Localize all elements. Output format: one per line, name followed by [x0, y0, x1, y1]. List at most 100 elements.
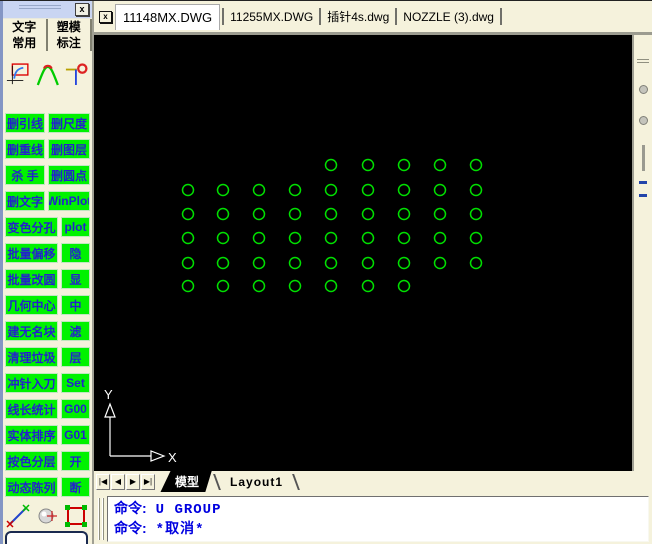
drawing-circle[interactable] [469, 231, 483, 245]
rect-corners-icon[interactable] [64, 504, 88, 528]
palette-tab-text[interactable]: 文字 [3, 19, 48, 35]
doc-tab-3[interactable]: 插针4s.dwg [323, 4, 393, 29]
layout-nav-button-4[interactable]: ▶| [141, 473, 155, 490]
palette-button-按色分层[interactable]: 按色分层 [5, 451, 58, 471]
tab-layout1[interactable]: Layout1 [222, 472, 291, 492]
drawing-circle[interactable] [361, 207, 375, 221]
doc-tab-1[interactable]: 11148MX.DWG [115, 3, 221, 30]
doc-tab-4[interactable]: NOZZLE (3).dwg [399, 6, 498, 28]
right-toolbar-button-icon[interactable] [638, 85, 648, 94]
drawing-circle[interactable] [361, 158, 375, 172]
palette-button-变色分孔[interactable]: 变色分孔 [5, 217, 58, 237]
drawing-circle[interactable] [469, 256, 483, 270]
palette-button-层[interactable]: 层 [61, 347, 90, 367]
right-toolbar-button-icon[interactable] [639, 181, 647, 184]
layout-nav-button-3[interactable]: ▶ [126, 473, 140, 490]
drawing-circle[interactable] [216, 183, 230, 197]
drawing-circle[interactable] [288, 279, 302, 293]
drawing-circle[interactable] [433, 207, 447, 221]
palette-drag-gripper[interactable] [19, 5, 61, 11]
drawing-circle[interactable] [181, 183, 195, 197]
palette-button-删圆点[interactable]: 删圆点 [48, 165, 90, 185]
sphere-icon[interactable] [35, 504, 59, 528]
palette-button-G00[interactable]: G00 [61, 399, 90, 419]
drawing-circle[interactable] [216, 279, 230, 293]
palette-button-线长统计[interactable]: 线长统计 [5, 399, 58, 419]
drawing-circle[interactable] [397, 158, 411, 172]
drawing-circle[interactable] [469, 207, 483, 221]
drawing-circle[interactable] [324, 207, 338, 221]
palette-titlebar[interactable]: x [3, 1, 92, 19]
palette-button-动态陈列[interactable]: 动态陈列 [5, 477, 58, 497]
drawing-circle[interactable] [361, 183, 375, 197]
palette-input-box[interactable] [5, 531, 88, 544]
palette-button-开[interactable]: 开 [61, 451, 90, 471]
drawing-circle[interactable] [252, 207, 266, 221]
drawing-circle[interactable] [252, 256, 266, 270]
palette-tab-common[interactable]: 常用 [3, 35, 48, 51]
drawing-circle[interactable] [216, 207, 230, 221]
drawing-circle[interactable] [181, 231, 195, 245]
palette-button-删图层[interactable]: 删图层 [48, 139, 90, 159]
drawing-circle[interactable] [397, 231, 411, 245]
drawing-circle[interactable] [324, 231, 338, 245]
palette-button-杀手[interactable]: 杀 手 [5, 165, 45, 185]
palette-button-显[interactable]: 显 [61, 269, 90, 289]
palette-button-断[interactable]: 断 [61, 477, 90, 497]
drawing-circle[interactable] [469, 158, 483, 172]
drawing-circle[interactable] [397, 207, 411, 221]
arch-icon[interactable] [36, 62, 60, 88]
drawing-circle[interactable] [252, 183, 266, 197]
palette-button-建无名块[interactable]: 建无名块 [5, 321, 58, 341]
drawing-canvas[interactable]: Y X [94, 35, 632, 471]
document-close-icon[interactable]: x [99, 10, 112, 23]
palette-button-清理垃圾[interactable]: 清理垃圾 [5, 347, 58, 367]
drawing-circle[interactable] [324, 183, 338, 197]
palette-button-冲针入刀[interactable]: 冲针入刀 [5, 373, 58, 393]
drawing-circle[interactable] [324, 256, 338, 270]
drawing-circle[interactable] [397, 279, 411, 293]
pin-icon[interactable] [65, 62, 89, 88]
palette-button-删尺度[interactable]: 删尺度 [48, 113, 90, 133]
drawing-circle[interactable] [469, 183, 483, 197]
palette-button-Set[interactable]: Set [61, 373, 90, 393]
drawing-circle[interactable] [252, 231, 266, 245]
right-toolbar-button-icon[interactable] [638, 116, 648, 125]
command-window-gripper[interactable] [98, 498, 106, 540]
drawing-circle[interactable] [181, 256, 195, 270]
palette-tab-mold[interactable]: 塑模 [48, 19, 92, 35]
palette-button-中[interactable]: 中 [61, 295, 90, 315]
palette-button-隐[interactable]: 隐 [61, 243, 90, 263]
tab-model[interactable]: 模型 [160, 470, 212, 493]
drawing-circle[interactable] [324, 279, 338, 293]
drawing-circle[interactable] [324, 158, 338, 172]
palette-button-实体排序[interactable]: 实体排序 [5, 425, 58, 445]
drawing-circle[interactable] [288, 207, 302, 221]
command-history[interactable]: 命令: U GROUP 命令: *取消* [107, 496, 649, 542]
leader-curve-icon[interactable] [6, 62, 30, 88]
palette-close-button[interactable]: x [75, 3, 89, 16]
palette-button-plot[interactable]: plot [61, 217, 90, 237]
drawing-circle[interactable] [361, 256, 375, 270]
drawing-circle[interactable] [433, 256, 447, 270]
layout-nav-button-2[interactable]: ◀ [111, 473, 125, 490]
palette-button-批量偏移[interactable]: 批量偏移 [5, 243, 58, 263]
drawing-circle[interactable] [252, 279, 266, 293]
palette-button-删引线[interactable]: 删引线 [5, 113, 45, 133]
right-toolbar-button-icon[interactable] [641, 145, 645, 171]
palette-button-几何中心[interactable]: 几何中心 [5, 295, 58, 315]
drawing-circle[interactable] [216, 231, 230, 245]
palette-tab-dimension[interactable]: 标注 [48, 35, 92, 51]
drawing-circle[interactable] [433, 183, 447, 197]
palette-button-删重线[interactable]: 删重线 [5, 139, 45, 159]
drawing-circle[interactable] [288, 256, 302, 270]
right-toolbar-gripper[interactable] [637, 59, 649, 63]
palette-button-滤[interactable]: 滤 [61, 321, 90, 341]
drawing-circle[interactable] [288, 231, 302, 245]
drawing-circle[interactable] [288, 183, 302, 197]
drawing-circle[interactable] [361, 231, 375, 245]
drawing-circle[interactable] [397, 183, 411, 197]
drawing-circle[interactable] [181, 207, 195, 221]
measure-line-icon[interactable] [6, 504, 30, 528]
drawing-circle[interactable] [433, 231, 447, 245]
